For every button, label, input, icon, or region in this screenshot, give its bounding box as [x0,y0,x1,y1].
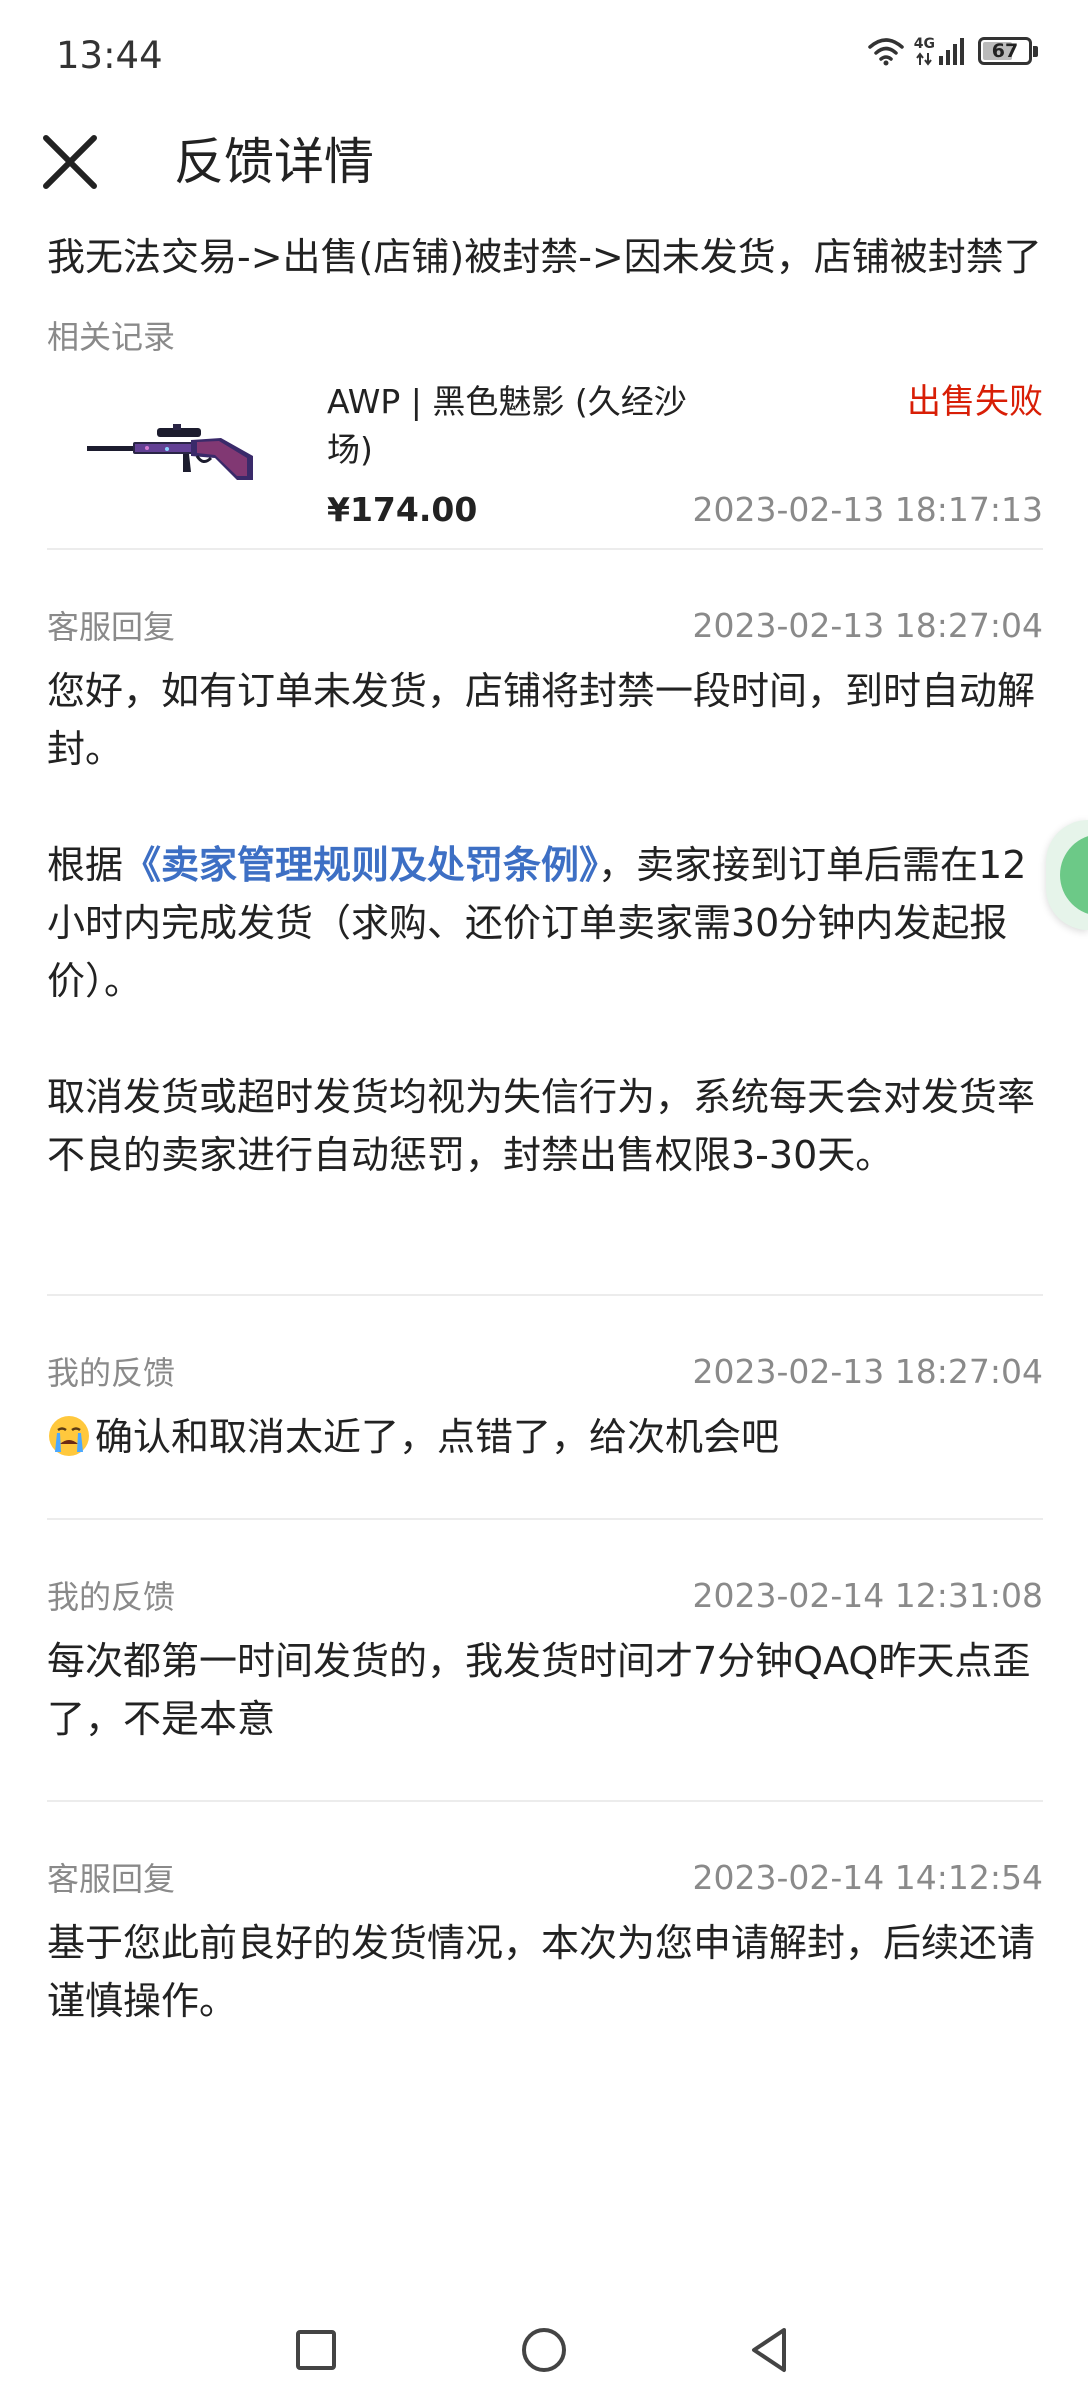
message-time: 2023-02-13 18:27:04 [692,1351,1043,1391]
sale-status-badge: 出售失败 [907,382,1043,422]
divider [47,1294,1043,1296]
item-name: AWP | 黑色魅影 (久经沙场) [327,382,687,469]
chat-bubble-icon [1060,834,1088,916]
square-recents-icon[interactable] [290,2324,342,2376]
message-item: 我的反馈 2023-02-13 18:27:04 确认和取消太近了，点错了，给次… [47,1348,1043,1466]
status-bar: 13:44 4G 67 [0,0,1088,110]
message-item: 客服回复 2023-02-14 14:12:54 基于您此前良好的发货情况，本次… [47,1854,1043,2030]
status-icons: 4G 67 [868,36,1038,66]
network-type: 4G [913,36,935,52]
rules-link[interactable]: 《卖家管理规则及处罚条例》 [123,843,598,887]
item-price: ¥174.00 [327,490,478,529]
related-record-item[interactable]: AWP | 黑色魅影 (久经沙场) 出售失败 ¥174.00 2023-02-1… [47,378,1043,548]
awp-rifle-image [87,424,253,480]
message-item: 客服回复 2023-02-13 18:27:04 您好，如有订单未发货，店铺将封… [47,602,1043,1184]
message-text: 确认和取消太近了，点错了，给次机会吧 [95,1415,780,1459]
divider [47,548,1043,550]
message-author: 客服回复 [47,608,176,646]
network-indicator: 4G [914,36,968,66]
divider [47,1800,1043,1802]
divider [47,1518,1043,1520]
circle-home-icon[interactable] [518,2324,570,2376]
message-paragraph: 根据《卖家管理规则及处罚条例》，卖家接到订单后需在12小时内完成发货（求购、还价… [47,836,1043,1010]
feedback-content: 我无法交易->出售(店铺)被封禁->因未发货，店铺被封禁了 相关记录 AWP |… [47,228,1043,2030]
message-paragraph: 取消发货或超时发货均视为失信行为，系统每天会对发货率不良的卖家进行自动惩罚，封禁… [47,1075,1036,1177]
message-header: 我的反馈 2023-02-13 18:27:04 [47,1348,1043,1394]
crying-face-icon [49,1416,89,1456]
message-body: 基于您此前良好的发货情况，本次为您申请解封，后续还请谨慎操作。 [47,1921,1036,2023]
message-item: 我的反馈 2023-02-14 12:31:08 每次都第一时间发货的，我发货时… [47,1572,1043,1748]
related-records-label: 相关记录 [47,318,176,356]
message-paragraph: 您好，如有订单未发货，店铺将封禁一段时间，到时自动解封。 [47,669,1036,771]
battery-percent: 67 [991,40,1019,62]
data-arrows-icon [916,52,933,66]
floating-chat-button[interactable] [1046,820,1088,930]
system-nav-bar [0,2300,1088,2400]
page-title: 反馈详情 [174,133,374,191]
message-author: 客服回复 [47,1860,176,1898]
message-body: 确认和取消太近了，点错了，给次机会吧 [47,1408,1043,1466]
item-time: 2023-02-13 18:17:13 [692,490,1043,529]
message-author: 我的反馈 [47,1578,176,1616]
message-time: 2023-02-14 12:31:08 [692,1575,1043,1615]
header: 反馈详情 [0,110,1088,220]
feedback-topic: 我无法交易->出售(店铺)被封禁->因未发货，店铺被封禁了 [47,235,1042,279]
signal-bars-icon [939,38,964,65]
message-time: 2023-02-13 18:27:04 [692,605,1043,645]
message-header: 客服回复 2023-02-14 14:12:54 [47,1854,1043,1900]
triangle-back-icon[interactable] [744,2324,796,2376]
message-body: 您好，如有订单未发货，店铺将封禁一段时间，到时自动解封。 根据《卖家管理规则及处… [47,662,1043,1184]
message-header: 客服回复 2023-02-13 18:27:04 [47,602,1043,648]
status-time: 13:44 [56,34,163,77]
rules-prefix: 根据 [47,843,124,887]
message-body: 每次都第一时间发货的，我发货时间才7分钟QAQ昨天点歪了，不是本意 [47,1639,1031,1741]
wifi-icon [868,38,904,66]
message-time: 2023-02-14 14:12:54 [692,1857,1043,1897]
message-header: 我的反馈 2023-02-14 12:31:08 [47,1572,1043,1618]
close-icon[interactable] [38,130,102,194]
battery-icon: 67 [978,37,1038,65]
message-author: 我的反馈 [47,1354,176,1392]
